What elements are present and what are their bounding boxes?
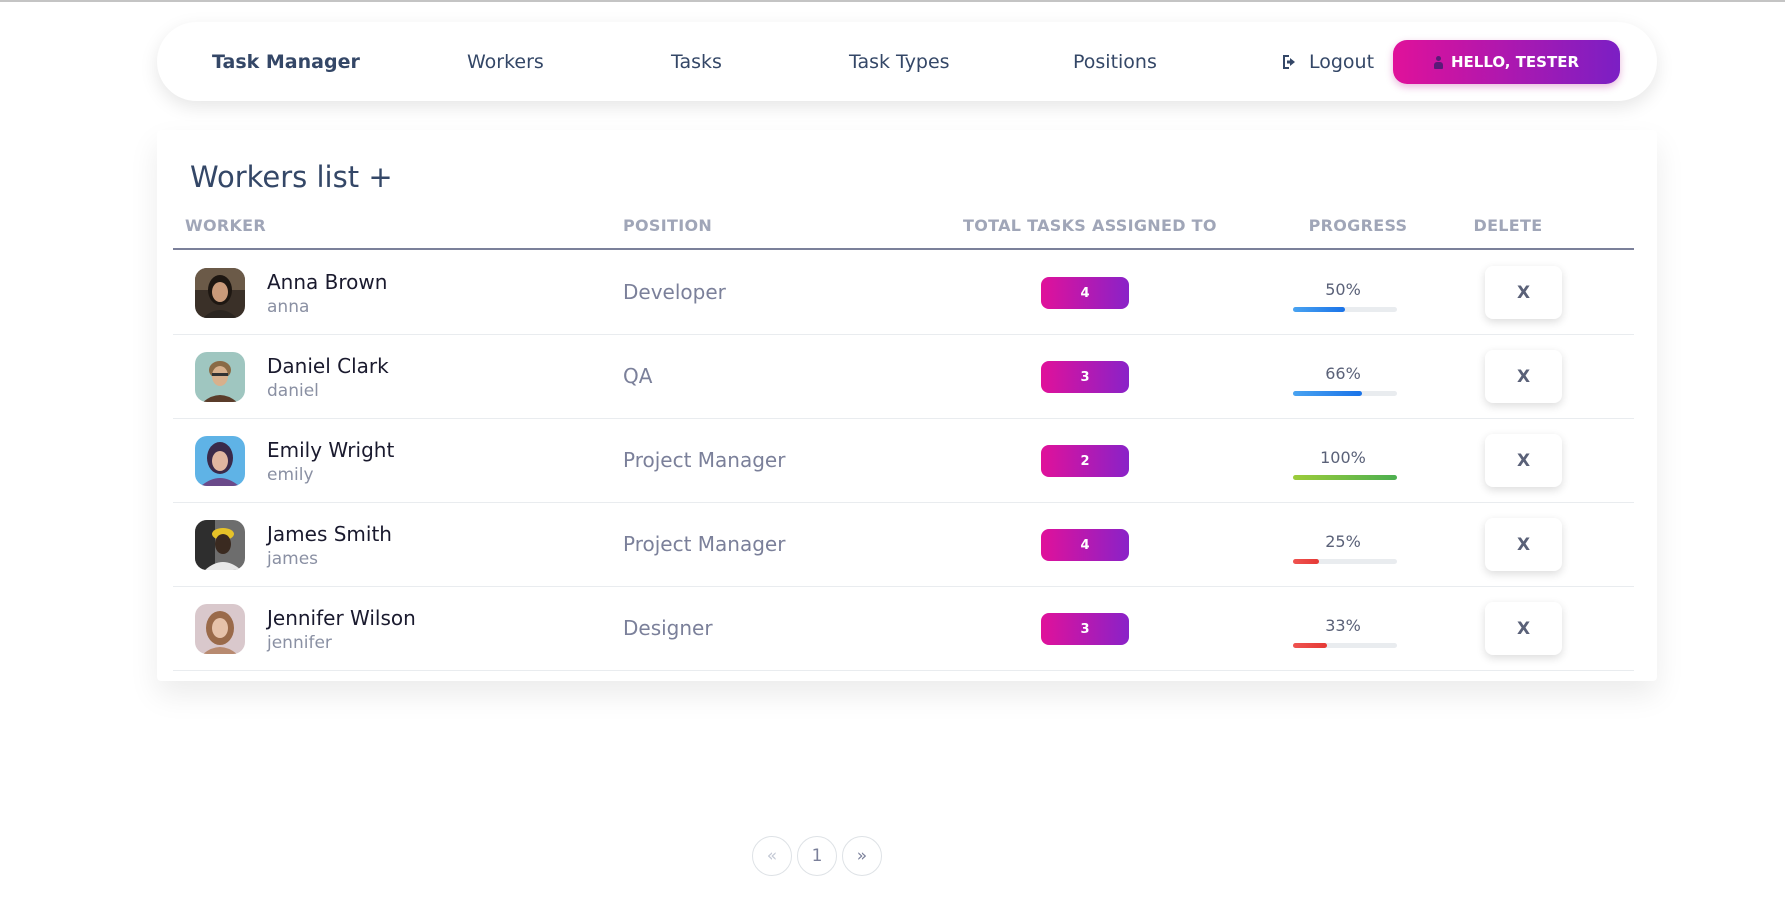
table-row: Anna Brown anna Developer 4 50% X bbox=[173, 251, 1634, 335]
worker-name[interactable]: James Smith bbox=[267, 522, 392, 546]
logout-link[interactable]: Logout bbox=[1281, 51, 1374, 73]
worker-username: anna bbox=[267, 297, 310, 317]
pagination: « 1 » bbox=[752, 836, 882, 876]
table-row: James Smith james Project Manager 4 25% … bbox=[173, 503, 1634, 587]
workers-card: Workers list + WORKER POSITION TOTAL TAS… bbox=[157, 130, 1657, 681]
worker-name[interactable]: Jennifer Wilson bbox=[267, 606, 416, 630]
prev-page-button[interactable]: « bbox=[752, 836, 792, 876]
table-row: Jennifer Wilson jennifer Designer 3 33% … bbox=[173, 587, 1634, 671]
avatar bbox=[195, 604, 245, 654]
worker-position: Project Manager bbox=[623, 532, 786, 556]
delete-button[interactable]: X bbox=[1485, 266, 1562, 319]
progress-bar bbox=[1293, 559, 1397, 564]
progress-value: 66% bbox=[1325, 364, 1361, 383]
delete-button[interactable]: X bbox=[1485, 434, 1562, 487]
header-delete: DELETE bbox=[1473, 216, 1543, 235]
progress-value: 33% bbox=[1325, 616, 1361, 635]
task-count-badge: 4 bbox=[1041, 277, 1129, 309]
progress-fill bbox=[1293, 643, 1328, 648]
progress-value: 100% bbox=[1320, 448, 1366, 467]
worker-position: QA bbox=[623, 364, 653, 388]
worker-position: Designer bbox=[623, 616, 713, 640]
brand-link[interactable]: Task Manager bbox=[212, 51, 360, 73]
header-total-tasks: TOTAL TASKS ASSIGNED TO bbox=[963, 216, 1217, 235]
worker-name[interactable]: Daniel Clark bbox=[267, 354, 389, 378]
nav-task-types-link[interactable]: Task Types bbox=[849, 51, 950, 73]
delete-button[interactable]: X bbox=[1485, 602, 1562, 655]
add-worker-button[interactable]: + bbox=[368, 160, 392, 194]
page-1-button[interactable]: 1 bbox=[797, 836, 837, 876]
progress-fill bbox=[1293, 559, 1319, 564]
nav-tasks-link[interactable]: Tasks bbox=[671, 51, 722, 73]
task-count-badge: 3 bbox=[1041, 613, 1129, 645]
task-count-badge: 2 bbox=[1041, 445, 1129, 477]
user-menu-label: HELLO, TESTER bbox=[1450, 53, 1580, 71]
worker-username: james bbox=[267, 549, 319, 569]
logout-label: Logout bbox=[1309, 50, 1375, 73]
progress-bar bbox=[1293, 643, 1397, 648]
table-row: Daniel Clark daniel QA 3 66% X bbox=[173, 335, 1634, 419]
progress-fill bbox=[1293, 475, 1397, 480]
task-count-badge: 4 bbox=[1041, 529, 1129, 561]
delete-button[interactable]: X bbox=[1485, 350, 1562, 403]
worker-name[interactable]: Emily Wright bbox=[267, 438, 394, 462]
user-icon bbox=[1433, 55, 1443, 69]
progress-bar bbox=[1293, 475, 1397, 480]
worker-position: Developer bbox=[623, 280, 726, 304]
worker-username: jennifer bbox=[267, 633, 332, 653]
user-menu-button[interactable]: HELLO, TESTER bbox=[1393, 40, 1620, 84]
avatar bbox=[195, 352, 245, 402]
table-row: Emily Wright emily Project Manager 2 100… bbox=[173, 419, 1634, 503]
progress-value: 25% bbox=[1325, 532, 1361, 551]
table-header: WORKER POSITION TOTAL TASKS ASSIGNED TO … bbox=[173, 216, 1634, 250]
avatar bbox=[195, 268, 245, 318]
progress-fill bbox=[1293, 391, 1362, 396]
page-title: Workers list + bbox=[190, 160, 393, 194]
avatar bbox=[195, 520, 245, 570]
nav-workers-link[interactable]: Workers bbox=[467, 51, 544, 73]
header-worker: WORKER bbox=[185, 216, 267, 235]
worker-username: daniel bbox=[267, 381, 319, 401]
worker-name[interactable]: Anna Brown bbox=[267, 270, 387, 294]
header-progress: PROGRESS bbox=[1308, 216, 1408, 235]
logout-icon bbox=[1281, 54, 1299, 70]
header-position: POSITION bbox=[623, 216, 713, 235]
top-navbar: Task Manager Workers Tasks Task Types Po… bbox=[157, 22, 1657, 101]
worker-position: Project Manager bbox=[623, 448, 786, 472]
progress-value: 50% bbox=[1325, 280, 1361, 299]
avatar bbox=[195, 436, 245, 486]
progress-bar bbox=[1293, 391, 1397, 396]
delete-button[interactable]: X bbox=[1485, 518, 1562, 571]
next-page-button[interactable]: » bbox=[842, 836, 882, 876]
task-count-badge: 3 bbox=[1041, 361, 1129, 393]
progress-bar bbox=[1293, 307, 1397, 312]
progress-fill bbox=[1293, 307, 1345, 312]
nav-positions-link[interactable]: Positions bbox=[1073, 51, 1157, 73]
page-title-text: Workers list bbox=[190, 160, 360, 194]
worker-username: emily bbox=[267, 465, 314, 485]
